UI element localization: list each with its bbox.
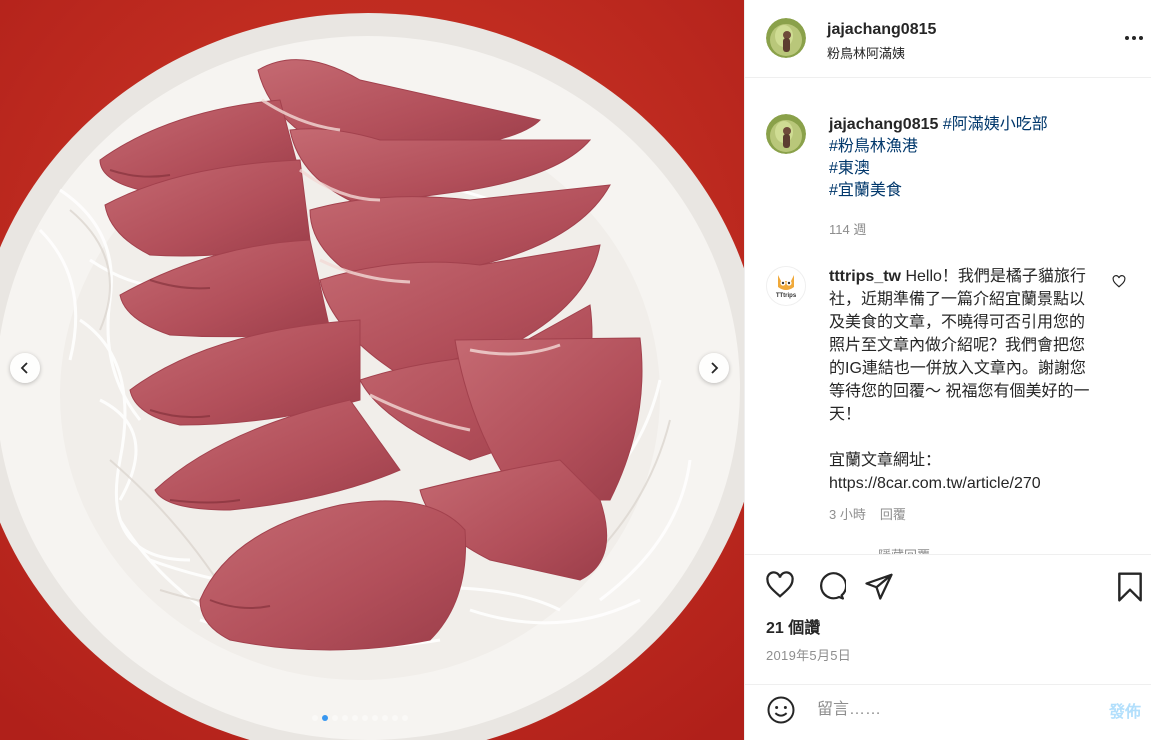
post-date[interactable]: 2019年5月5日 xyxy=(766,645,851,664)
view-replies-button[interactable]: 隱藏回覆 xyxy=(878,545,930,554)
comment-body: tttrips_tw Hello！我們是橘子貓旅行社，近期準備了一篇介紹宜蘭景點… xyxy=(829,265,1099,495)
reply-button[interactable]: 回覆 xyxy=(880,504,906,523)
add-comment-bar: 發佈 xyxy=(745,684,1151,740)
carousel-dot xyxy=(342,715,348,721)
emoji-icon xyxy=(767,696,795,724)
hashtag[interactable]: #阿滿姨小吃部 xyxy=(943,116,1048,133)
carousel-dot xyxy=(332,715,338,721)
share-icon xyxy=(865,573,893,600)
svg-text:TTtrips: TTtrips xyxy=(776,293,797,299)
post-comment-button[interactable]: 發佈 xyxy=(1109,698,1141,722)
caption-username[interactable]: jajachang0815 xyxy=(829,116,938,133)
post-photo xyxy=(0,0,744,740)
chevron-right-icon xyxy=(711,362,719,374)
comment-username[interactable]: tttrips_tw xyxy=(829,268,901,285)
post-media xyxy=(0,0,744,740)
chevron-left-icon xyxy=(20,362,28,374)
comment-timestamp[interactable]: 3 小時 xyxy=(829,504,866,523)
share-button[interactable] xyxy=(864,571,894,606)
carousel-dot xyxy=(322,715,328,721)
heart-icon xyxy=(1112,275,1126,288)
emoji-button[interactable] xyxy=(766,695,796,730)
comment-input[interactable] xyxy=(817,697,1097,723)
avatar-image xyxy=(766,18,806,58)
comment-meta: 3 小時 回覆 xyxy=(829,504,906,523)
hashtag[interactable]: #宜蘭美食 xyxy=(829,180,1129,202)
carousel-dot xyxy=(402,715,408,721)
hashtag[interactable]: #東澳 xyxy=(829,158,1129,180)
carousel-dot xyxy=(392,715,398,721)
carousel-dot xyxy=(312,715,318,721)
comment-link-label: 宜蘭文章網址： xyxy=(829,452,942,469)
comment-avatar[interactable]: TTtrips xyxy=(766,266,806,306)
next-image-button[interactable] xyxy=(699,353,729,383)
carousel-dot xyxy=(362,715,368,721)
save-button[interactable] xyxy=(1116,571,1144,608)
carousel-dot xyxy=(372,715,378,721)
comment-icon xyxy=(820,572,848,600)
post-location[interactable]: 粉鳥林阿滿姨 xyxy=(827,43,905,62)
carousel-indicator xyxy=(312,715,408,721)
like-button[interactable] xyxy=(765,571,795,604)
previous-image-button[interactable] xyxy=(10,353,40,383)
caption-avatar[interactable] xyxy=(766,114,806,154)
carousel-dot xyxy=(382,715,388,721)
hashtag[interactable]: #粉鳥林漁港 xyxy=(829,136,1129,158)
comments-section: jajachang0815 #阿滿姨小吃部 #粉鳥林漁港 #東澳 #宜蘭美食 1… xyxy=(745,78,1151,554)
carousel-dot xyxy=(352,715,358,721)
comment-like-button[interactable] xyxy=(1112,275,1126,293)
post-header: jajachang0815 粉鳥林阿滿姨 xyxy=(745,0,1151,78)
bookmark-icon xyxy=(1118,572,1142,602)
avatar[interactable] xyxy=(766,18,806,58)
tttrips-logo: TTtrips xyxy=(767,267,805,305)
post-username[interactable]: jajachang0815 xyxy=(827,21,936,39)
comment-link: https://8car.com.tw/article/270 xyxy=(829,475,1041,492)
like-count[interactable]: 21 個讚 xyxy=(766,614,820,638)
comment-button[interactable] xyxy=(816,571,848,606)
heart-icon xyxy=(766,571,794,598)
post-caption: jajachang0815 #阿滿姨小吃部 #粉鳥林漁港 #東澳 #宜蘭美食 xyxy=(829,114,1129,202)
caption-timestamp[interactable]: 114 週 xyxy=(829,219,866,238)
comment-text: Hello！我們是橘子貓旅行社，近期準備了一篇介紹宜蘭景點以及美食的文章，不曉得… xyxy=(829,268,1090,423)
post-actions: 21 個讚 2019年5月5日 xyxy=(745,554,1151,684)
avatar-image xyxy=(766,114,806,154)
more-options-icon[interactable] xyxy=(1125,36,1143,40)
post-detail-panel: jajachang0815 粉鳥林阿滿姨 jajachang0815 #阿滿姨小… xyxy=(744,0,1151,740)
